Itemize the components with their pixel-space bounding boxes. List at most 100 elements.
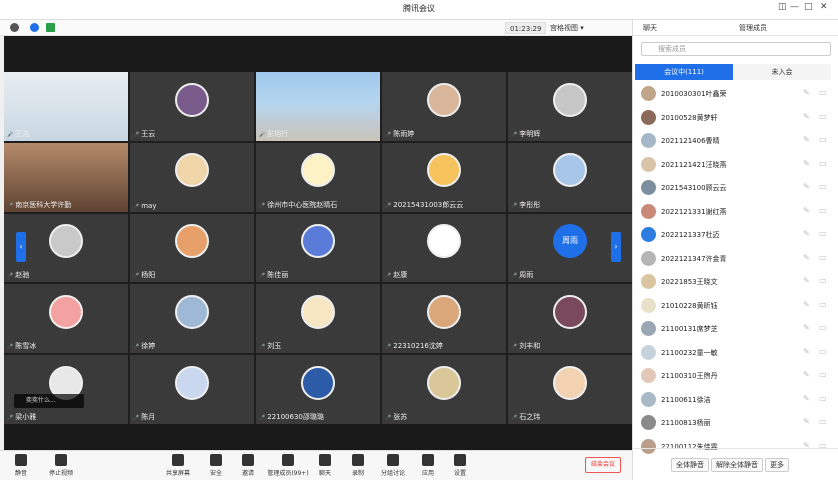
mic-muted-icon[interactable]: ✎	[803, 135, 810, 144]
video-tile[interactable]: 刘丰和	[508, 284, 632, 354]
pin-icon[interactable]: ◫	[778, 2, 787, 12]
mic-button[interactable]: 静音	[8, 454, 34, 477]
video-tile[interactable]: 陈雨婷	[382, 72, 506, 141]
mic-muted-icon[interactable]: ✎	[803, 394, 810, 403]
camera-off-icon[interactable]: ▭	[819, 276, 827, 285]
apps-button[interactable]: 应用	[415, 454, 441, 477]
camera-off-icon[interactable]: ▭	[819, 417, 827, 426]
tab-in-meeting[interactable]: 会议中(111)	[635, 64, 733, 80]
member-row[interactable]: 21100310王煦丹 ✎ ▭	[633, 364, 838, 388]
apps-icon	[422, 454, 434, 466]
prev-page-button[interactable]: ‹	[16, 232, 26, 262]
mic-muted-icon[interactable]: ✎	[803, 88, 810, 97]
video-tile[interactable]: 彭旭行	[256, 72, 380, 141]
mic-muted-icon[interactable]: ✎	[803, 159, 810, 168]
camera-off-icon[interactable]: ▭	[819, 135, 827, 144]
invite-button[interactable]: 邀请	[235, 454, 261, 477]
camera-off-icon[interactable]: ▭	[819, 370, 827, 379]
view-switch-button[interactable]: 宫格视图 ▾	[546, 22, 588, 34]
video-tile[interactable]: 王云	[130, 72, 254, 141]
members-button[interactable]: 管理成员(99+)	[266, 454, 310, 477]
chat-button[interactable]: 聊天	[312, 454, 338, 477]
camera-off-icon[interactable]: ▭	[819, 88, 827, 97]
camera-off-icon[interactable]: ▭	[819, 347, 827, 356]
mic-muted-icon[interactable]: ✎	[803, 370, 810, 379]
mic-muted-icon[interactable]: ✎	[803, 112, 810, 121]
avatar	[427, 365, 461, 400]
share-screen-button[interactable]: 共享屏幕	[165, 454, 191, 477]
camera-button[interactable]: 停止视频	[48, 454, 74, 477]
member-row[interactable]: 2010030301叶鑫荣 ✎ ▭	[633, 82, 838, 106]
video-tile[interactable]: 王浩	[4, 72, 128, 141]
next-page-button[interactable]: ›	[611, 232, 621, 262]
camera-off-icon[interactable]: ▭	[819, 300, 827, 309]
maximize-icon[interactable]: □	[804, 2, 813, 12]
tab-chat[interactable]: 聊天	[643, 23, 657, 33]
member-search-input[interactable]: 搜索成员	[641, 42, 831, 56]
member-row[interactable]: 2021121421汪晓燕 ✎ ▭	[633, 153, 838, 177]
close-icon[interactable]: ✕	[820, 2, 828, 12]
tab-members[interactable]: 管理成员	[739, 23, 767, 33]
video-tile[interactable]: 陈佳丽	[256, 213, 380, 283]
video-tile[interactable]: 徐州市中心医院赵晴石	[256, 142, 380, 212]
more-button[interactable]: 更多	[765, 458, 789, 472]
member-row[interactable]: 21100813杨丽 ✎ ▭	[633, 411, 838, 435]
video-tile[interactable]: 石之玮	[508, 355, 632, 424]
mic-muted-icon[interactable]: ✎	[803, 229, 810, 238]
tab-not-joined[interactable]: 未入会	[733, 64, 831, 80]
camera-off-icon[interactable]: ▭	[819, 253, 827, 262]
camera-off-icon[interactable]: ▭	[819, 206, 827, 215]
video-tile[interactable]: 20215431003郎云云	[382, 142, 506, 212]
video-tile[interactable]: 梁小雅	[4, 355, 128, 424]
mic-muted-icon[interactable]: ✎	[803, 276, 810, 285]
member-row[interactable]: 21010228黄昕钰 ✎ ▭	[633, 294, 838, 318]
camera-off-icon[interactable]: ▭	[819, 394, 827, 403]
video-tile[interactable]: 刘玉	[256, 284, 380, 354]
camera-off-icon[interactable]: ▭	[819, 323, 827, 332]
video-tile[interactable]: 陈雪冰	[4, 284, 128, 354]
video-tile[interactable]: 徐婷	[130, 284, 254, 354]
mic-muted-icon[interactable]: ✎	[803, 323, 810, 332]
member-row[interactable]: 2022121331谢红燕 ✎ ▭	[633, 200, 838, 224]
member-row[interactable]: 21100131席梦芝 ✎ ▭	[633, 317, 838, 341]
video-tile[interactable]: 22310216沈婷	[382, 284, 506, 354]
member-row[interactable]: 2021543100顾云云 ✎ ▭	[633, 176, 838, 200]
member-row[interactable]: 20100528黄梦轩 ✎ ▭	[633, 106, 838, 130]
video-tile[interactable]: 赵康	[382, 213, 506, 283]
member-row[interactable]: 20221853王晓文 ✎ ▭	[633, 270, 838, 294]
unmute-all-button[interactable]: 解除全体静音	[711, 458, 763, 472]
minimize-icon[interactable]: —	[790, 2, 799, 12]
record-button[interactable]: 录制	[345, 454, 371, 477]
member-row[interactable]: 21100232童一敏 ✎ ▭	[633, 341, 838, 365]
video-tile[interactable]: 陈月	[130, 355, 254, 424]
camera-off-icon[interactable]: ▭	[819, 182, 827, 191]
video-tile[interactable]: 李彤彤	[508, 142, 632, 212]
camera-off-icon[interactable]: ▭	[819, 229, 827, 238]
member-row[interactable]: 21100611徐洁 ✎ ▭	[633, 388, 838, 412]
camera-off-icon[interactable]: ▭	[819, 112, 827, 121]
member-row[interactable]: 2022121337杜迈 ✎ ▭	[633, 223, 838, 247]
video-tile[interactable]: may	[130, 142, 254, 212]
security-button[interactable]: 安全	[203, 454, 229, 477]
mic-muted-icon[interactable]: ✎	[803, 206, 810, 215]
settings-button[interactable]: 设置	[447, 454, 473, 477]
member-row[interactable]: 2022121347许金青 ✎ ▭	[633, 247, 838, 271]
camera-off-icon[interactable]: ▭	[819, 159, 827, 168]
info-icon[interactable]	[10, 23, 19, 32]
video-tile[interactable]: 李明辉	[508, 72, 632, 141]
end-meeting-button[interactable]: 结束会议	[585, 457, 622, 473]
video-tile[interactable]: 张苏	[382, 355, 506, 424]
mic-muted-icon[interactable]: ✎	[803, 417, 810, 426]
video-tile[interactable]: 南京医科大学许勤	[4, 142, 128, 212]
mute-all-button[interactable]: 全体静音	[671, 458, 709, 472]
member-row[interactable]: 2021121406曹晴 ✎ ▭	[633, 129, 838, 153]
video-tile[interactable]: 22100630邵璐璐	[256, 355, 380, 424]
video-tile[interactable]: 杨阳	[130, 213, 254, 283]
mic-muted-icon[interactable]: ✎	[803, 347, 810, 356]
mic-muted-icon[interactable]: ✎	[803, 253, 810, 262]
breakout-button[interactable]: 分组讨论	[380, 454, 406, 477]
mic-muted-icon[interactable]: ✎	[803, 300, 810, 309]
speaking-indicator[interactable]: 奕奕什么...	[14, 394, 84, 408]
shield-icon[interactable]	[30, 23, 39, 32]
mic-muted-icon[interactable]: ✎	[803, 182, 810, 191]
